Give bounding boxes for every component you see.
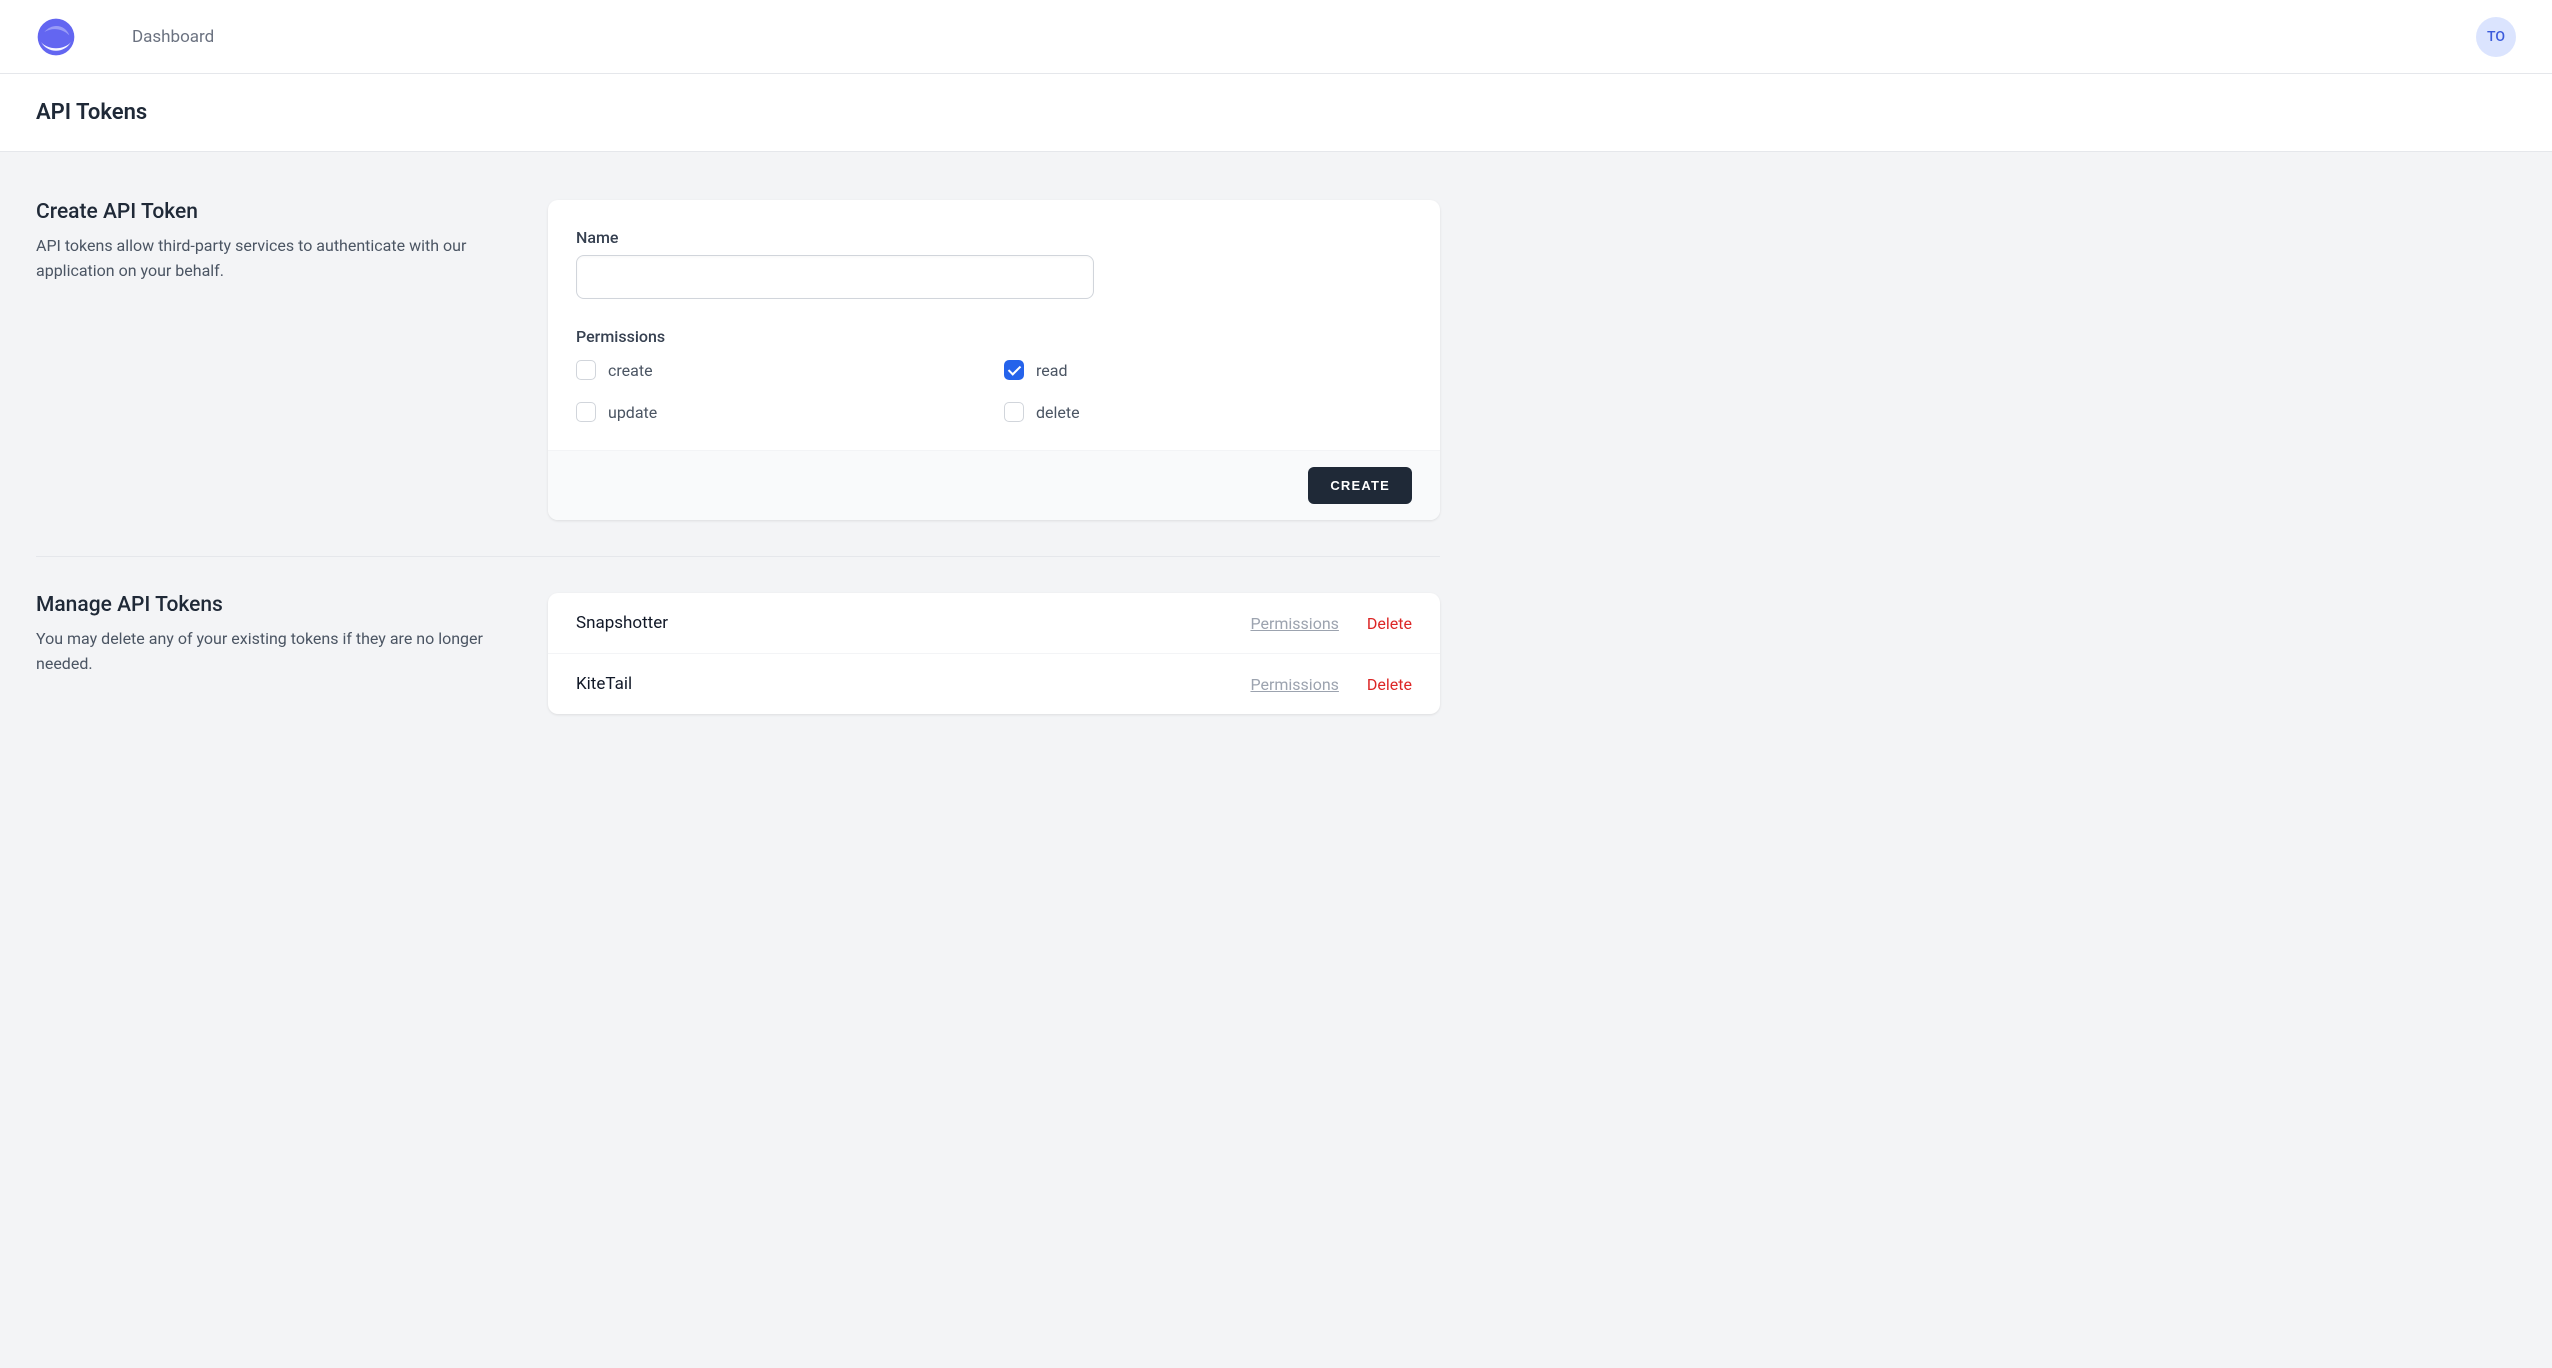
permission-read[interactable]: read [1004, 360, 1412, 380]
token-actions: Permissions Delete [1250, 675, 1412, 694]
permissions-grid: create read update delete [576, 360, 1412, 422]
token-actions: Permissions Delete [1250, 614, 1412, 633]
permission-update[interactable]: update [576, 402, 984, 422]
token-name: Snapshotter [576, 613, 668, 633]
nav-dashboard[interactable]: Dashboard [132, 27, 214, 47]
name-label: Name [576, 228, 1412, 247]
token-list: Snapshotter Permissions Delete KiteTail Perm… [548, 593, 1440, 714]
permission-create-checkbox[interactable] [576, 360, 596, 380]
create-token-intro: Create API Token API tokens allow third-… [36, 200, 516, 520]
logo-icon [36, 17, 76, 57]
permission-read-label: read [1036, 361, 1067, 380]
topbar-left: Dashboard [36, 17, 214, 57]
permission-create[interactable]: create [576, 360, 984, 380]
manage-tokens-intro: Manage API Tokens You may delete any of … [36, 593, 516, 714]
permission-update-checkbox[interactable] [576, 402, 596, 422]
main-content: Create API Token API tokens allow third-… [0, 152, 1476, 762]
token-name: KiteTail [576, 674, 632, 694]
token-delete-link[interactable]: Delete [1367, 614, 1412, 633]
token-row: KiteTail Permissions Delete [548, 653, 1440, 714]
token-delete-link[interactable]: Delete [1367, 675, 1412, 694]
token-name-input[interactable] [576, 255, 1094, 299]
create-token-description: API tokens allow third-party services to… [36, 234, 516, 284]
token-permissions-link[interactable]: Permissions [1250, 614, 1338, 633]
token-row: Snapshotter Permissions Delete [548, 593, 1440, 653]
page-header: API Tokens [0, 74, 2552, 152]
permission-delete[interactable]: delete [1004, 402, 1412, 422]
permissions-label: Permissions [576, 327, 1412, 346]
manage-tokens-description: You may delete any of your existing toke… [36, 627, 516, 677]
page-title: API Tokens [36, 100, 2516, 125]
create-token-card: Name Permissions createreadupdatedelete … [548, 200, 1440, 520]
create-token-section: Create API Token API tokens allow third-… [36, 200, 1440, 520]
create-token-heading: Create API Token [36, 200, 516, 224]
token-permissions-link[interactable]: Permissions [1250, 675, 1338, 694]
manage-tokens-section: Manage API Tokens You may delete any of … [36, 556, 1440, 714]
app-logo[interactable] [36, 17, 76, 57]
permission-read-checkbox[interactable] [1004, 360, 1024, 380]
user-avatar[interactable]: TO [2476, 17, 2516, 57]
topbar: Dashboard TO [0, 0, 2552, 74]
permission-update-label: update [608, 403, 657, 422]
permission-create-label: create [608, 361, 653, 380]
permission-delete-label: delete [1036, 403, 1080, 422]
permission-delete-checkbox[interactable] [1004, 402, 1024, 422]
manage-tokens-heading: Manage API Tokens [36, 593, 516, 617]
create-button[interactable]: CREATE [1308, 467, 1412, 504]
